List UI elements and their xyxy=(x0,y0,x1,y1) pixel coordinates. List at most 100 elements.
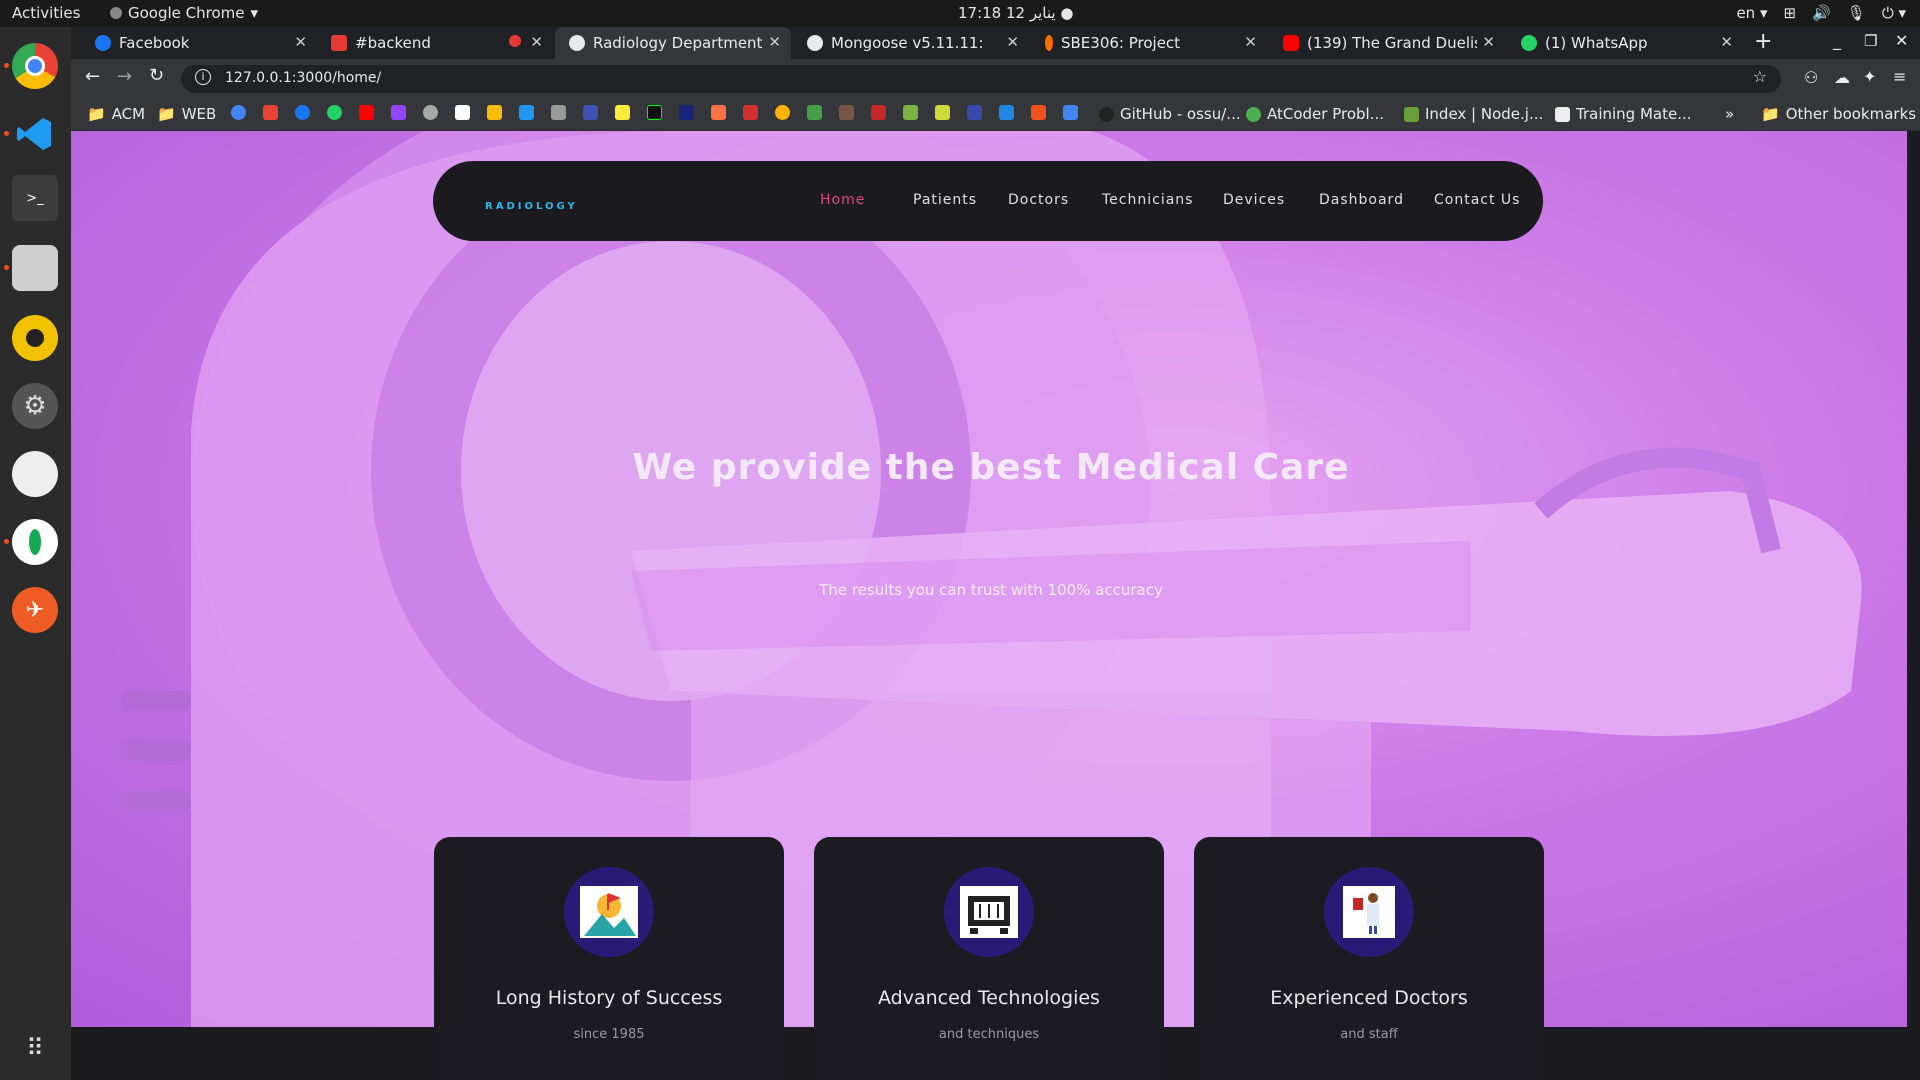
bookmark-apple[interactable] xyxy=(423,105,438,120)
tab-title: Mongoose v5.11.11: xyxy=(831,34,984,52)
bookmark-site-9[interactable] xyxy=(807,105,822,120)
bookmark-wikipedia[interactable] xyxy=(455,105,470,120)
system-top-bar: Activities Google Chrome ▾ 17:18 12 يناي… xyxy=(0,0,1920,27)
bookmark-site-2[interactable] xyxy=(583,105,598,120)
extension-icon-1[interactable]: ⚇ xyxy=(1804,68,1818,87)
tab-facebook[interactable]: Facebook ✕ xyxy=(81,27,317,59)
close-tab-icon[interactable]: ✕ xyxy=(1482,33,1495,51)
close-window-icon[interactable]: ✕ xyxy=(1895,31,1908,50)
bookmark-drive[interactable] xyxy=(487,105,502,120)
forward-icon[interactable]: → xyxy=(117,66,132,87)
address-bar[interactable]: i 127.0.0.1:3000/home/ ☆ xyxy=(181,65,1781,93)
site-logo[interactable]: RADIOLOGY xyxy=(485,194,615,212)
bookmark-star-icon[interactable]: ☆ xyxy=(1753,67,1767,86)
bookmark-site-8[interactable] xyxy=(775,105,790,120)
bookmark-site-5[interactable] xyxy=(679,105,694,120)
tab-sbe306[interactable]: SBE306: Project ✕ xyxy=(1031,27,1267,59)
postman-icon[interactable]: ✈ xyxy=(12,587,58,633)
close-tab-icon[interactable]: ✕ xyxy=(1006,33,1019,51)
bookmark-site-16[interactable] xyxy=(1031,105,1046,120)
tab-mongoose[interactable]: Mongoose v5.11.11: ✕ xyxy=(793,27,1029,59)
microphone-icon[interactable]: 🎙 xyxy=(1847,4,1866,22)
extension-icon-2[interactable]: ☁ xyxy=(1834,68,1850,87)
settings-icon[interactable]: ⚙ xyxy=(12,383,58,429)
bookmark-youtube[interactable] xyxy=(359,105,374,120)
hero-subtitle: The results you can trust with 100% accu… xyxy=(819,581,1163,599)
close-tab-icon[interactable]: ✕ xyxy=(768,33,781,51)
reload-icon[interactable]: ↻ xyxy=(149,65,164,86)
download-icon xyxy=(519,105,534,120)
globe-icon xyxy=(807,35,823,51)
bookmarks-overflow-button[interactable]: » xyxy=(1725,105,1734,123)
nav-technicians[interactable]: Technicians xyxy=(1102,192,1193,208)
nav-devices[interactable]: Devices xyxy=(1223,192,1285,208)
mongodb-compass-icon[interactable] xyxy=(12,519,58,565)
bookmark-site-17[interactable] xyxy=(1063,105,1078,120)
tab-title: (1) WhatsApp xyxy=(1545,34,1648,52)
bookmark-training[interactable]: Training Mate... xyxy=(1555,105,1692,123)
close-tab-icon[interactable]: ✕ xyxy=(530,33,543,51)
bookmark-download[interactable] xyxy=(519,105,534,120)
bookmark-site-14[interactable] xyxy=(967,105,982,120)
bookmark-nodejs[interactable]: Index | Node.j... xyxy=(1404,105,1543,123)
bookmark-whatsapp[interactable] xyxy=(327,105,342,120)
back-icon[interactable]: ← xyxy=(85,66,100,87)
extensions-puzzle-icon[interactable]: ✦ xyxy=(1863,67,1876,86)
bookmark-gmail[interactable] xyxy=(263,105,278,120)
language-indicator[interactable]: en ▾ xyxy=(1736,4,1767,22)
terminal-icon[interactable]: >_ xyxy=(12,175,58,221)
bookmark-github[interactable]: GitHub - ossu/... xyxy=(1099,105,1241,123)
tab-youtube[interactable]: (139) The Grand Duelists ✕ xyxy=(1269,27,1505,59)
bookmark-facebook[interactable] xyxy=(295,105,310,120)
app-menu[interactable]: Google Chrome ▾ xyxy=(110,4,258,22)
tab-whatsapp[interactable]: (1) WhatsApp ✕ xyxy=(1507,27,1743,59)
bookmark-site-1[interactable] xyxy=(551,105,566,120)
bookmark-folder-web[interactable]: 📁 WEB xyxy=(157,105,216,123)
power-icon[interactable]: ⏻ ▾ xyxy=(1882,4,1906,22)
chrome-icon[interactable] xyxy=(12,43,58,89)
info-icon[interactable]: i xyxy=(195,69,211,85)
close-tab-icon[interactable]: ✕ xyxy=(294,33,307,51)
nav-contact-us[interactable]: Contact Us xyxy=(1434,192,1520,208)
bookmark-google[interactable] xyxy=(231,105,246,120)
bookmark-label: GitHub - ossu/... xyxy=(1120,105,1241,123)
tab-title: (139) The Grand Duelists xyxy=(1307,34,1477,52)
close-tab-icon[interactable]: ✕ xyxy=(1244,33,1257,51)
other-bookmarks[interactable]: 📁 Other bookmarks xyxy=(1761,105,1916,123)
nav-doctors[interactable]: Doctors xyxy=(1008,192,1069,208)
bookmark-site-6[interactable] xyxy=(711,105,726,120)
new-tab-button[interactable]: + xyxy=(1754,29,1772,54)
bookmark-folder-acm[interactable]: 📁 ACM xyxy=(87,105,145,123)
bookmark-site-7[interactable] xyxy=(743,105,758,120)
rhythmbox-icon[interactable] xyxy=(12,315,58,361)
show-apps-icon[interactable]: ⠿ xyxy=(12,1025,58,1071)
bookmark-site-4[interactable] xyxy=(647,105,662,120)
close-tab-icon[interactable]: ✕ xyxy=(1720,33,1733,51)
site-icon xyxy=(551,105,566,120)
vscode-icon[interactable] xyxy=(12,111,58,157)
tab-radiology[interactable]: Radiology Department ✕ xyxy=(555,27,791,59)
site-icon xyxy=(1063,105,1078,120)
bookmark-atcoder[interactable]: AtCoder Probl... xyxy=(1246,105,1384,123)
nav-home[interactable]: Home xyxy=(820,192,865,208)
nav-patients[interactable]: Patients xyxy=(913,192,977,208)
activities-button[interactable]: Activities xyxy=(12,4,80,22)
network-icon[interactable]: ⊞ xyxy=(1784,4,1797,22)
bookmark-site-11[interactable] xyxy=(871,105,886,120)
egg-app-icon[interactable] xyxy=(12,451,58,497)
tab-backend[interactable]: #backend ✕ xyxy=(317,27,553,59)
volume-icon[interactable]: 🔊 xyxy=(1812,4,1831,22)
bookmark-site-3[interactable] xyxy=(615,105,630,120)
restore-icon[interactable]: ❐ xyxy=(1864,32,1877,50)
bookmark-twitch[interactable] xyxy=(391,105,406,120)
media-control-icon[interactable]: ≡ xyxy=(1893,67,1906,86)
clock[interactable]: 17:18 12 يناير ● xyxy=(958,4,1073,22)
bookmark-site-15[interactable] xyxy=(999,105,1014,120)
bookmark-site-12[interactable] xyxy=(903,105,918,120)
feature-subtitle: since 1985 xyxy=(573,1027,645,1042)
minimize-icon[interactable]: _ xyxy=(1833,31,1841,50)
bookmark-site-13[interactable] xyxy=(935,105,950,120)
bookmark-site-10[interactable] xyxy=(839,105,854,120)
files-icon[interactable] xyxy=(12,245,58,291)
nav-dashboard[interactable]: Dashboard xyxy=(1319,192,1404,208)
